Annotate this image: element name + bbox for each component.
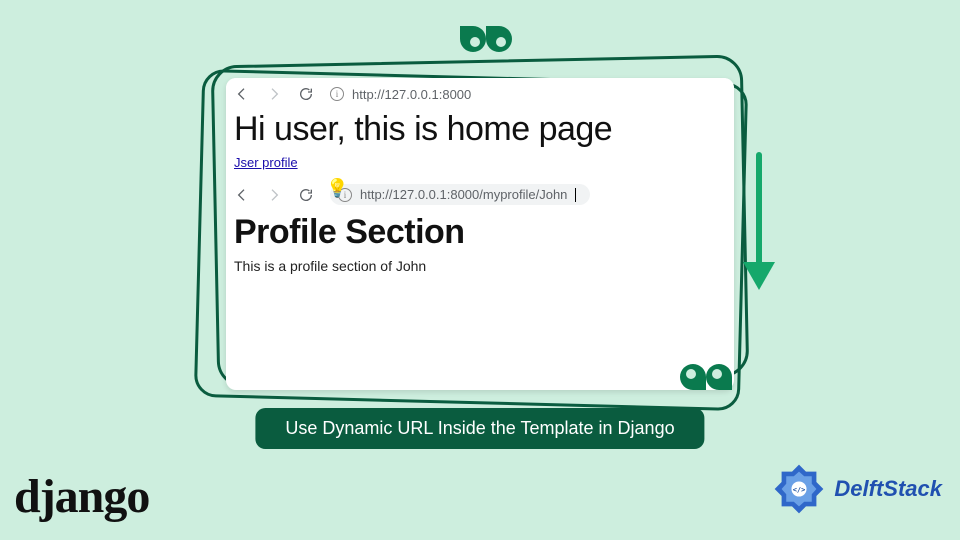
browser-panel-home: http://127.0.0.1:8000 Hi user, this is h… [226, 78, 734, 172]
page-heading: Profile Section [226, 211, 734, 258]
reload-icon[interactable] [298, 86, 314, 102]
svg-text:</>: </> [793, 486, 806, 494]
url-text: http://127.0.0.1:8000/myprofile/John [360, 187, 567, 202]
django-logo: django [14, 469, 149, 524]
down-arrow-icon [740, 152, 778, 298]
forward-icon[interactable] [266, 86, 282, 102]
delftstack-text: DelftStack [834, 476, 942, 502]
browser-panel-profile: http://127.0.0.1:8000/myprofile/John Pro… [226, 172, 734, 284]
back-icon[interactable] [234, 187, 250, 203]
info-icon [330, 87, 344, 101]
lightbulb-cursor-icon: 💡 [326, 178, 348, 199]
browser-toolbar: http://127.0.0.1:8000/myprofile/John [226, 172, 734, 211]
page-body-text: This is a profile section of John [226, 258, 734, 284]
delftstack-icon: </> [770, 460, 828, 518]
address-bar[interactable]: http://127.0.0.1:8000/myprofile/John [330, 184, 590, 205]
user-profile-link[interactable]: Jser profile [226, 153, 306, 170]
page-heading: Hi user, this is home page [226, 108, 734, 153]
address-bar[interactable]: http://127.0.0.1:8000 [330, 87, 471, 102]
forward-icon[interactable] [266, 187, 282, 203]
quote-close-icon [680, 364, 732, 390]
caption-pill: Use Dynamic URL Inside the Template in D… [255, 408, 704, 449]
back-icon[interactable] [234, 86, 250, 102]
url-text: http://127.0.0.1:8000 [352, 87, 471, 102]
screenshot-card: http://127.0.0.1:8000 Hi user, this is h… [226, 78, 734, 390]
delftstack-logo: </> DelftStack [770, 460, 942, 518]
illustration-stage: http://127.0.0.1:8000 Hi user, this is h… [200, 28, 760, 408]
browser-toolbar: http://127.0.0.1:8000 [226, 78, 734, 108]
quote-open-icon [460, 26, 512, 52]
reload-icon[interactable] [298, 187, 314, 203]
text-cursor-icon [575, 188, 576, 202]
